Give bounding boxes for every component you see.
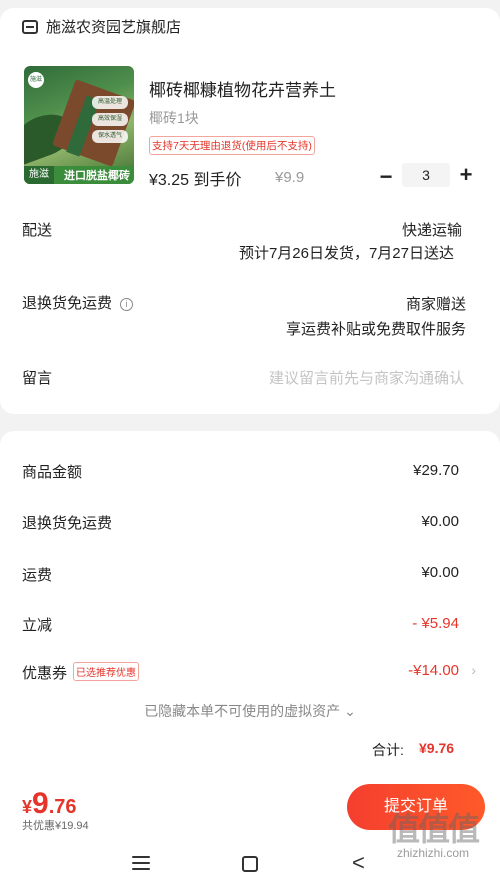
- return-shipping-detail: 享运费补贴或免费取件服务: [285, 321, 466, 338]
- pay-amount-decimal: .76: [48, 796, 77, 818]
- return-free-value: ¥0.00: [421, 513, 459, 530]
- coupon-label: 优惠券: [22, 665, 68, 682]
- menu-icon[interactable]: [132, 856, 150, 872]
- image-badge: 高效保湿: [92, 113, 128, 126]
- increase-quantity-button[interactable]: +: [456, 162, 476, 188]
- return-policy-tag: 支持7天无理由退货(使用后不支持): [149, 136, 315, 155]
- instant-discount-label: 立减: [22, 617, 53, 634]
- image-banner: 施滋 进口脱盐椰砖: [24, 166, 134, 184]
- coupon-tag: 已选推荐优惠: [73, 662, 140, 681]
- watermark-logo: 值值值: [387, 811, 480, 847]
- product-price: ¥3.25 到手价: [149, 172, 242, 189]
- return-free-label: 退换货免运费: [22, 515, 113, 532]
- product-title[interactable]: 椰砖椰糠植物花卉营养土: [149, 76, 336, 101]
- coupon-value[interactable]: -¥14.00: [408, 662, 459, 679]
- image-badge: 高温处理: [92, 96, 128, 109]
- delivery-method[interactable]: 快递运输: [402, 219, 462, 240]
- return-shipping-row: 退换货免运费 i: [22, 292, 134, 313]
- hidden-assets-toggle[interactable]: 已隐藏本单不可使用的虚拟资产 ⌄: [0, 701, 500, 721]
- product-spec[interactable]: 椰砖1块: [149, 108, 199, 128]
- shop-name: 施滋农资园艺旗舰店: [46, 19, 182, 36]
- original-price: ¥9.9: [275, 169, 305, 186]
- total-saved: 共优惠¥19.94: [22, 820, 89, 832]
- message-input[interactable]: 建议留言前先与商家沟通确认: [269, 367, 464, 388]
- delivery-label: 配送: [22, 222, 53, 239]
- shop-header[interactable]: 施滋农资园艺旗舰店: [22, 16, 181, 37]
- shipping-fee-value: ¥0.00: [421, 564, 459, 581]
- return-shipping-value: 商家赠送: [405, 296, 466, 313]
- total-label: 合计:: [372, 742, 404, 758]
- product-thumbnail[interactable]: 施滋 高温处理 高效保湿 保水透气 施滋 进口脱盐椰砖: [24, 66, 134, 184]
- watermark-text: zhizhizhi.com: [396, 846, 470, 860]
- pay-amount-integer: 9: [32, 787, 49, 820]
- image-banner-text: 进口脱盐椰砖: [64, 170, 130, 182]
- pay-amount: ¥9.76: [22, 787, 77, 821]
- back-icon[interactable]: <: [352, 850, 365, 876]
- home-icon[interactable]: [242, 856, 258, 872]
- store-icon: [22, 19, 38, 34]
- goods-amount-label: 商品金额: [22, 464, 83, 481]
- chevron-right-icon[interactable]: ›: [471, 662, 476, 678]
- total-value: ¥9.76: [419, 740, 455, 756]
- info-icon[interactable]: i: [120, 298, 134, 311]
- coupon-row[interactable]: 优惠券 已选推荐优惠: [22, 662, 140, 683]
- message-label: 留言: [22, 370, 53, 387]
- quantity-input[interactable]: 3: [402, 163, 450, 187]
- return-shipping-label: 退换货免运费: [22, 295, 113, 312]
- delivery-estimate: 预计7月26日发货，7月27日送达: [238, 245, 454, 262]
- watermark: 值值值 zhizhizhi.com: [378, 812, 488, 860]
- instant-discount-value: - ¥5.94: [412, 615, 459, 632]
- goods-amount-value: ¥29.70: [413, 462, 459, 479]
- image-brand: 施滋: [24, 166, 54, 184]
- image-badge: 保水透气: [92, 130, 128, 143]
- brand-logo: 施滋: [28, 72, 44, 88]
- currency-symbol: ¥: [22, 797, 33, 817]
- shipping-fee-label: 运费: [22, 567, 53, 584]
- decrease-quantity-button[interactable]: −: [378, 164, 394, 190]
